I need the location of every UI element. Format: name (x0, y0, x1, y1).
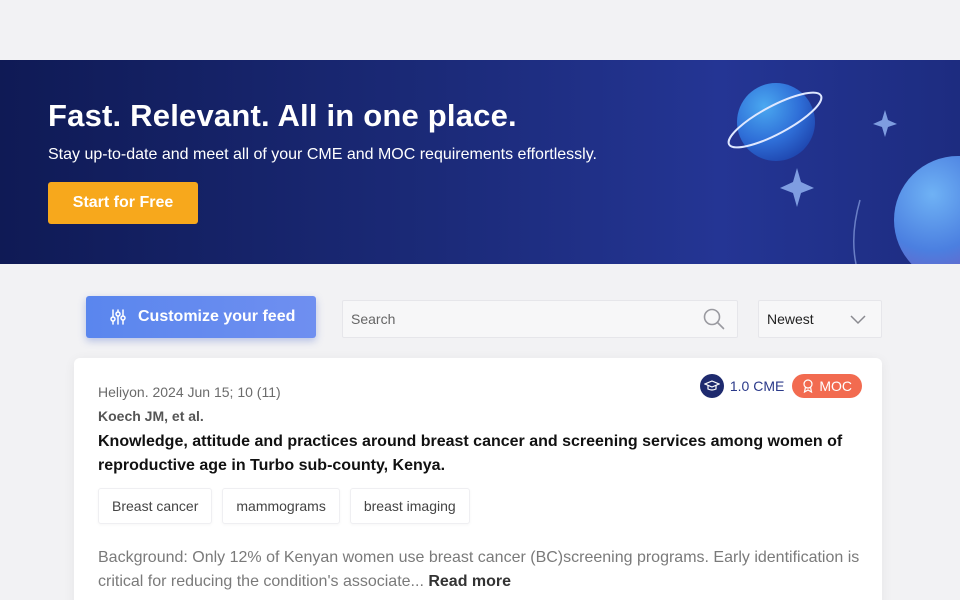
sparkle-icon (780, 168, 814, 207)
sort-dropdown[interactable]: Newest (758, 300, 882, 338)
large-planet-icon (894, 156, 960, 264)
read-more-link[interactable]: Read more (428, 573, 511, 590)
article-card: Heliyon. 2024 Jun 15; 10 (11) Koech JM, … (74, 358, 882, 600)
article-source: Heliyon. 2024 Jun 15; 10 (11) (98, 384, 281, 400)
moc-badge: MOC (792, 374, 862, 398)
sparkle-icon (873, 110, 897, 137)
graduation-cap-icon (699, 374, 724, 398)
search-bar (342, 300, 738, 338)
search-icon[interactable] (703, 308, 725, 330)
award-icon (803, 379, 813, 393)
tag-chip[interactable]: Breast cancer (98, 488, 213, 524)
hero-subtitle: Stay up-to-date and meet all of your CME… (48, 146, 597, 163)
moc-label: MOC (819, 378, 852, 394)
hero-banner: Fast. Relevant. All in one place. Stay u… (0, 60, 960, 264)
start-for-free-button[interactable]: Start for Free (48, 182, 198, 224)
cme-label: 1.0 CME (729, 378, 785, 394)
top-bar (0, 0, 960, 60)
article-title[interactable]: Knowledge, attitude and practices around… (98, 430, 858, 478)
tag-list: Breast cancer mammograms breast imaging (98, 488, 470, 524)
sliders-icon (110, 309, 126, 325)
search-input[interactable] (343, 301, 693, 337)
sort-selected-value: Newest (767, 311, 814, 327)
credit-badges: 1.0 CME MOC (699, 374, 862, 398)
tag-chip[interactable]: mammograms (222, 488, 340, 524)
customize-feed-label: Customize your feed (138, 308, 296, 325)
customize-feed-button[interactable]: Customize your feed (86, 296, 316, 338)
article-abstract: Background: Only 12% of Kenyan women use… (98, 546, 868, 594)
hero-title: Fast. Relevant. All in one place. (48, 98, 517, 133)
chevron-down-icon (850, 315, 866, 325)
cme-badge: 1.0 CME (699, 374, 785, 398)
planet-icon (727, 83, 823, 161)
article-authors: Koech JM, et al. (98, 408, 204, 424)
space-illustration (727, 83, 960, 264)
tag-chip[interactable]: breast imaging (349, 488, 470, 524)
